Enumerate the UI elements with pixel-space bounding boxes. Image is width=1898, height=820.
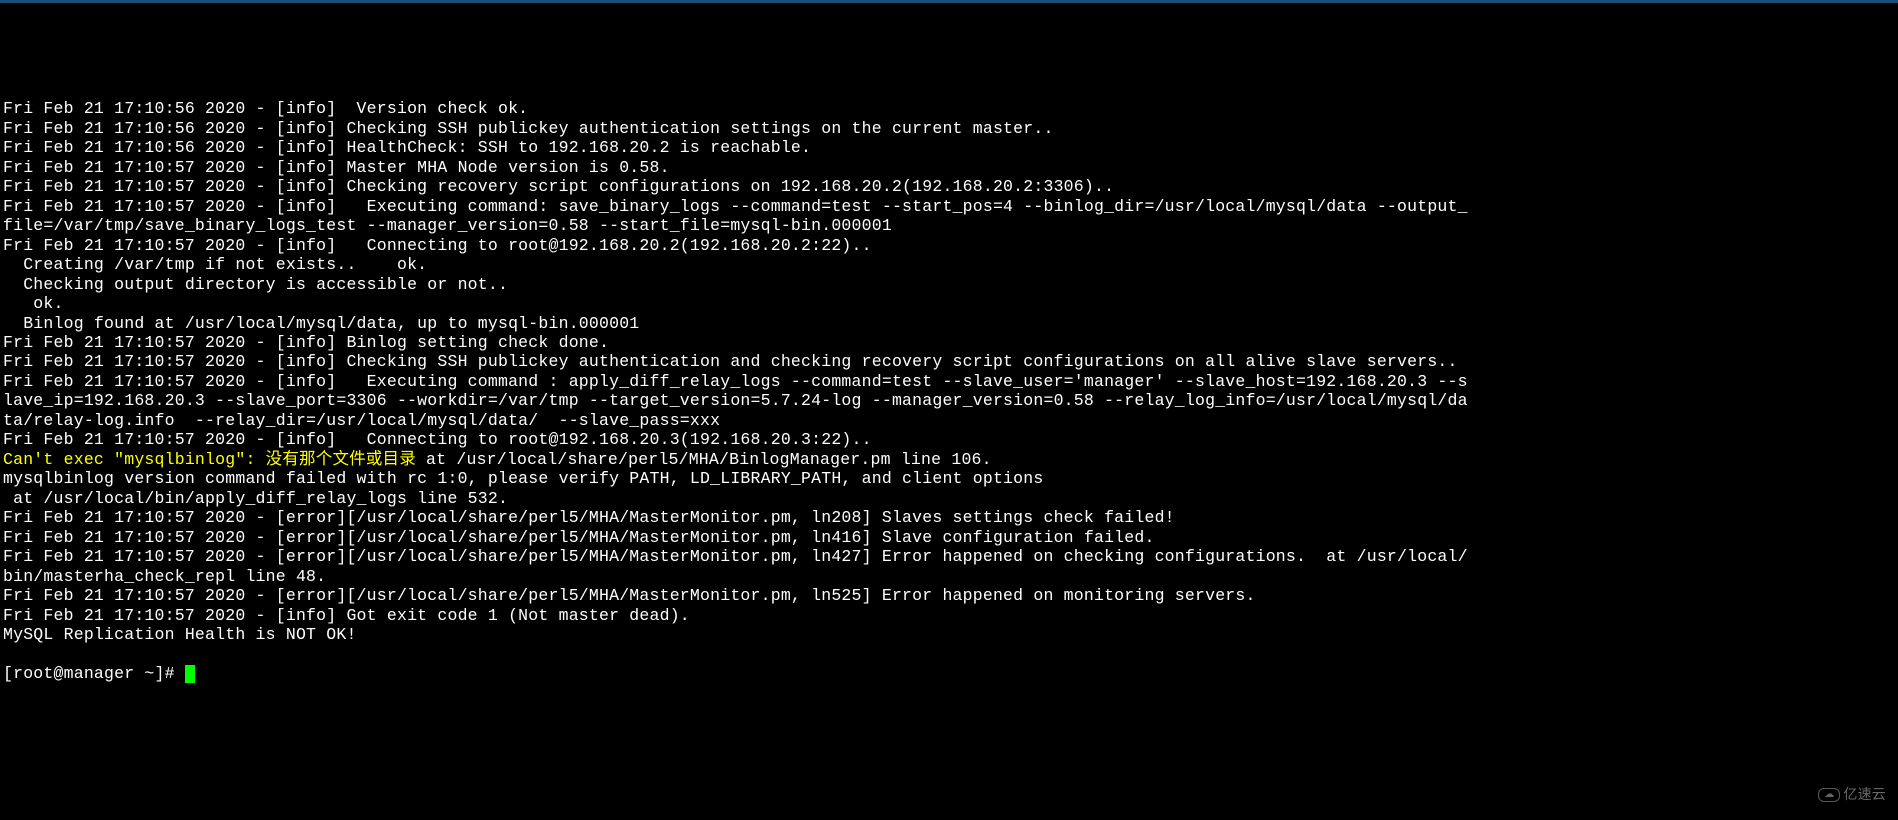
prompt-line[interactable]: [root@manager ~]#: [3, 664, 1895, 683]
log-line: Fri Feb 21 17:10:57 2020 - [error][/usr/…: [3, 547, 1895, 566]
log-line: Fri Feb 21 17:10:57 2020 - [info] Binlog…: [3, 333, 1895, 352]
watermark: ☁ 亿速云: [1818, 786, 1886, 803]
cloud-icon: ☁: [1818, 788, 1840, 802]
terminal-output[interactable]: Fri Feb 21 17:10:56 2020 - [info] Versio…: [3, 99, 1895, 644]
log-line: Fri Feb 21 17:10:57 2020 - [info] Execut…: [3, 197, 1895, 216]
log-line: MySQL Replication Health is NOT OK!: [3, 625, 1895, 644]
window-top-border: [0, 0, 1898, 3]
log-line: mysqlbinlog version command failed with …: [3, 469, 1895, 488]
log-line: Fri Feb 21 17:10:57 2020 - [error][/usr/…: [3, 586, 1895, 605]
log-line: Fri Feb 21 17:10:57 2020 - [info] Checki…: [3, 352, 1895, 371]
log-segment: at /usr/local/share/perl5/MHA/BinlogMana…: [416, 450, 992, 469]
log-line: file=/var/tmp/save_binary_logs_test --ma…: [3, 216, 1895, 235]
cursor: [185, 665, 195, 683]
log-line: Fri Feb 21 17:10:57 2020 - [info] Checki…: [3, 177, 1895, 196]
log-line: Fri Feb 21 17:10:57 2020 - [info] Master…: [3, 158, 1895, 177]
log-line: Can't exec "mysqlbinlog": 没有那个文件或目录 at /…: [3, 450, 1895, 469]
log-segment: Can't exec "mysqlbinlog": 没有那个文件或目录: [3, 450, 416, 469]
log-line: Binlog found at /usr/local/mysql/data, u…: [3, 314, 1895, 333]
log-line: lave_ip=192.168.20.3 --slave_port=3306 -…: [3, 391, 1895, 410]
log-line: Fri Feb 21 17:10:56 2020 - [info] Checki…: [3, 119, 1895, 138]
log-line: Fri Feb 21 17:10:57 2020 - [error][/usr/…: [3, 508, 1895, 527]
log-line: Fri Feb 21 17:10:57 2020 - [info] Connec…: [3, 236, 1895, 255]
log-line: ta/relay-log.info --relay_dir=/usr/local…: [3, 411, 1895, 430]
log-line: Fri Feb 21 17:10:56 2020 - [info] Versio…: [3, 99, 1895, 118]
shell-prompt: [root@manager ~]#: [3, 664, 185, 683]
watermark-text: 亿速云: [1843, 786, 1886, 803]
log-line: Fri Feb 21 17:10:57 2020 - [info] Got ex…: [3, 606, 1895, 625]
log-line: Fri Feb 21 17:10:57 2020 - [info] Connec…: [3, 430, 1895, 449]
log-line: Fri Feb 21 17:10:57 2020 - [info] Execut…: [3, 372, 1895, 391]
log-line: Creating /var/tmp if not exists.. ok.: [3, 255, 1895, 274]
log-line: at /usr/local/bin/apply_diff_relay_logs …: [3, 489, 1895, 508]
log-line: ok.: [3, 294, 1895, 313]
log-line: bin/masterha_check_repl line 48.: [3, 567, 1895, 586]
log-line: Fri Feb 21 17:10:56 2020 - [info] Health…: [3, 138, 1895, 157]
log-line: Checking output directory is accessible …: [3, 275, 1895, 294]
log-line: Fri Feb 21 17:10:57 2020 - [error][/usr/…: [3, 528, 1895, 547]
